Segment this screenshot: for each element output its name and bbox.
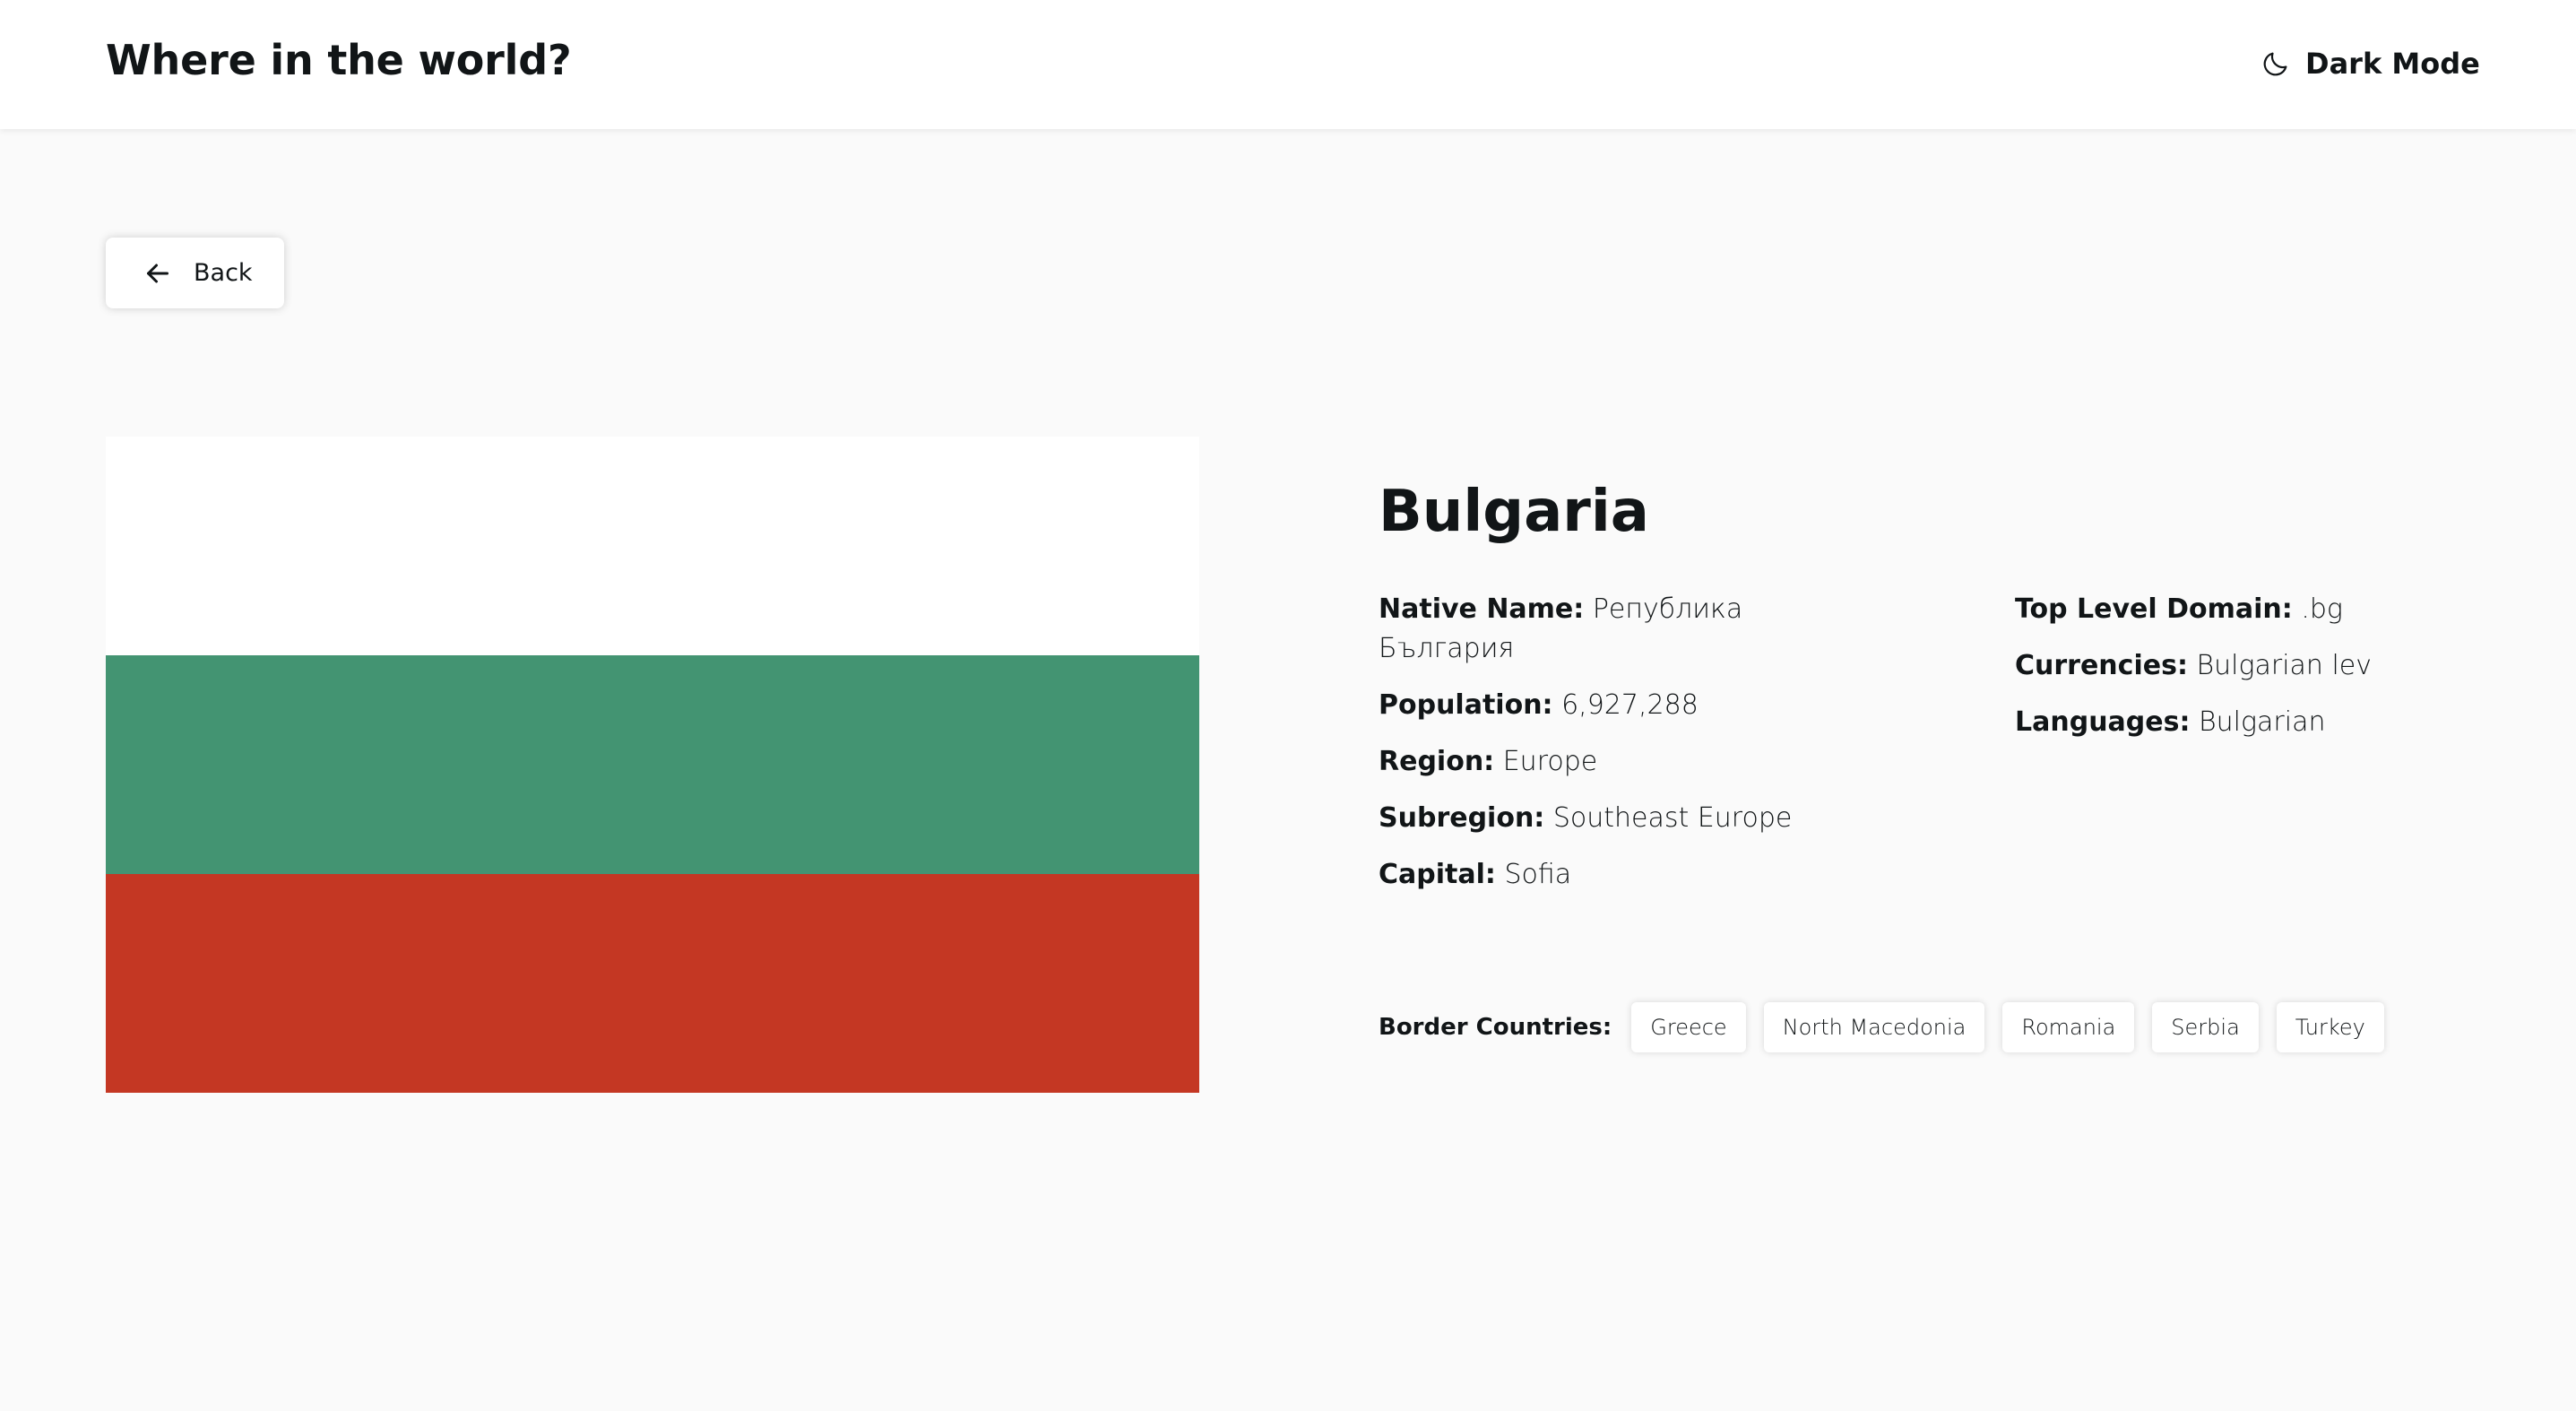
details-primary: Native Name: Република България Populati… bbox=[1379, 590, 1827, 912]
flag-stripe-top bbox=[106, 437, 1199, 655]
detail-top-level-domain: Top Level Domain: .bg bbox=[2015, 590, 2481, 629]
detail-label: Currencies: bbox=[2015, 650, 2188, 681]
border-country-turkey[interactable]: Turkey bbox=[2276, 1002, 2384, 1052]
detail-native-name: Native Name: Република България bbox=[1379, 590, 1827, 669]
border-country-romania[interactable]: Romania bbox=[2002, 1002, 2135, 1052]
details-secondary: Top Level Domain: .bg Currencies: Bulgar… bbox=[2015, 590, 2481, 759]
detail-languages: Languages: Bulgarian bbox=[2015, 703, 2481, 742]
moon-icon bbox=[2263, 52, 2287, 76]
detail-subregion: Subregion: Southeast Europe bbox=[1379, 799, 1827, 838]
detail-value: Southeast Europe bbox=[1552, 802, 1793, 834]
detail-population: Population: 6,927,288 bbox=[1379, 686, 1827, 725]
country-flag bbox=[106, 437, 1199, 1093]
arrow-left-icon bbox=[147, 264, 169, 282]
detail-label: Languages: bbox=[2015, 706, 2191, 738]
back-button[interactable]: Back bbox=[106, 238, 284, 308]
dark-mode-toggle[interactable]: Dark Mode bbox=[2260, 41, 2480, 86]
detail-currencies: Currencies: Bulgarian lev bbox=[2015, 646, 2481, 686]
top-header: Where in the world? Dark Mode bbox=[0, 0, 2576, 129]
detail-label: Region: bbox=[1379, 746, 1495, 777]
detail-label: Native Name: bbox=[1379, 593, 1585, 625]
detail-value: Bulgarian lev bbox=[2196, 650, 2373, 681]
back-button-label: Back bbox=[194, 259, 253, 287]
app-title: Where in the world? bbox=[106, 36, 572, 84]
detail-label: Top Level Domain: bbox=[2015, 593, 2293, 625]
detail-label: Subregion: bbox=[1379, 802, 1545, 834]
country-name: Bulgaria bbox=[1379, 479, 1649, 545]
detail-value: 6,927,288 bbox=[1561, 689, 1699, 721]
detail-value: Bulgarian bbox=[2199, 706, 2326, 738]
detail-value: Europe bbox=[1502, 746, 1598, 777]
border-country-serbia[interactable]: Serbia bbox=[2152, 1002, 2259, 1052]
detail-region: Region: Europe bbox=[1379, 742, 1827, 782]
flag-stripe-bottom bbox=[106, 874, 1199, 1093]
detail-value: .bg bbox=[2301, 593, 2343, 625]
flag-stripe-middle bbox=[106, 655, 1199, 874]
detail-label: Capital: bbox=[1379, 859, 1496, 890]
detail-capital: Capital: Sofia bbox=[1379, 855, 1827, 895]
border-country-greece[interactable]: Greece bbox=[1631, 1002, 1746, 1052]
detail-label: Population: bbox=[1379, 689, 1553, 721]
detail-value: Sofia bbox=[1504, 859, 1572, 890]
border-country-north-macedonia[interactable]: North Macedonia bbox=[1763, 1002, 1985, 1052]
dark-mode-label: Dark Mode bbox=[2305, 47, 2480, 81]
border-countries: Border Countries: Greece North Macedonia… bbox=[1379, 1002, 2402, 1052]
border-countries-label: Border Countries: bbox=[1379, 1014, 1612, 1041]
